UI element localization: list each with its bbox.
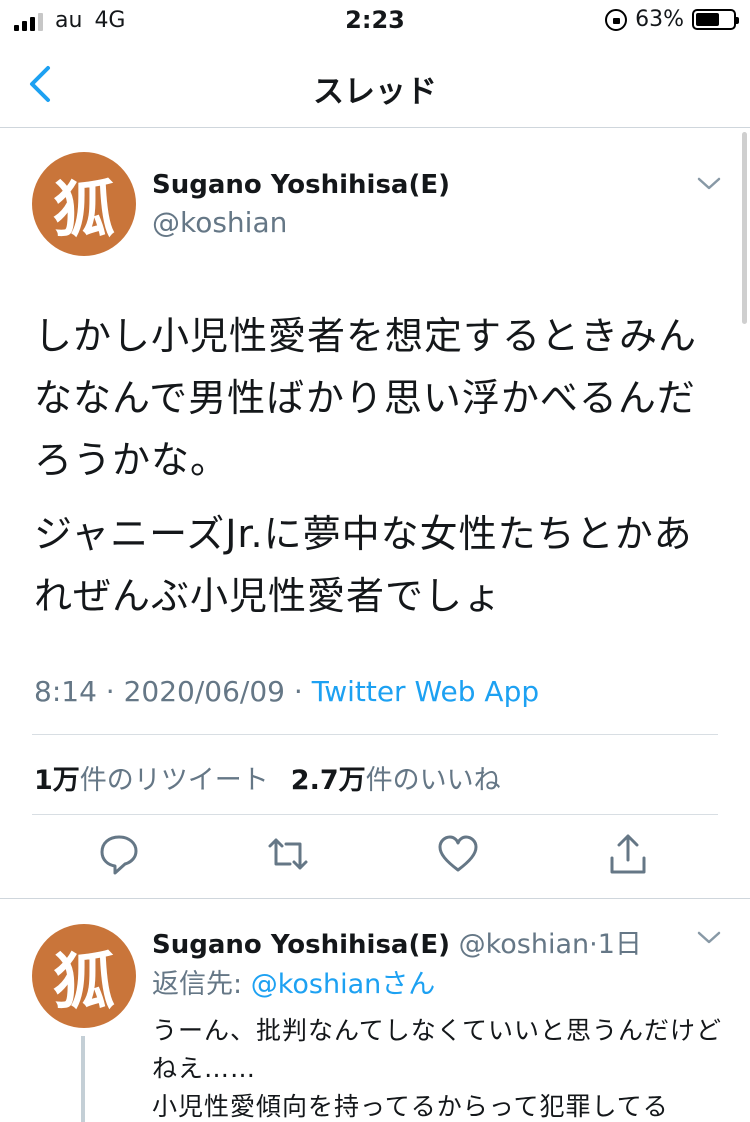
avatar[interactable]: 狐 (32, 152, 136, 256)
navigation-bar: スレッド (0, 42, 750, 128)
orientation-lock-icon (605, 8, 628, 31)
reply-text-line: うーん、批判なんてしなくていいと思うんだけどねえ…… (152, 1016, 723, 1083)
tweet-paragraph: ジャニーズJr.に夢中な女性たちとかあれぜんぶ小児性愛者でしょ (34, 512, 693, 618)
tweet-source-link[interactable]: Twitter Web App (312, 675, 539, 708)
chevron-down-icon[interactable] (694, 928, 724, 948)
meta-separator: · (293, 675, 303, 708)
reply-author-name[interactable]: Sugano Yoshihisa(E) (152, 930, 450, 960)
tweet-text: しかし小児性愛者を想定するときみんななんで男性ばかり思い浮かべるんだろうかな。 … (34, 305, 714, 639)
avatar[interactable]: 狐 (32, 924, 136, 1028)
battery-icon (692, 9, 739, 30)
chevron-down-icon[interactable] (694, 174, 724, 194)
author-handle[interactable]: @koshian (152, 206, 287, 239)
divider (32, 814, 718, 815)
retweets-label: 件のリツイート (79, 765, 269, 796)
section-separator (0, 898, 750, 899)
tweet-stats: 1万件のリツイート 2.7万件のいいね (34, 758, 501, 797)
tweet-actions (0, 832, 750, 884)
tweet-meta: 8:14 · 2020/06/09 · Twitter Web App (34, 675, 539, 708)
reply-text-line: 小児性愛傾向を持ってるからって犯罪してる (152, 1092, 669, 1121)
retweets-count: 1万 (34, 765, 80, 796)
share-icon[interactable] (606, 832, 650, 876)
divider (32, 734, 718, 735)
retweet-icon[interactable] (266, 832, 310, 876)
retweets-stat[interactable]: 1万件のリツイート (34, 765, 269, 796)
likes-count: 2.7万 (290, 765, 366, 796)
avatar-glyph: 狐 (52, 945, 115, 1018)
tweet-date: 2020/06/09 (123, 675, 285, 708)
reply-to: 返信先: @koshianさん (152, 962, 435, 1001)
avatar-glyph: 狐 (52, 173, 115, 246)
thread-line (81, 1036, 85, 1122)
reply-author-handle[interactable]: @koshian (459, 929, 590, 960)
reply-header: Sugano Yoshihisa(E) @koshian·1日 (152, 929, 642, 960)
reply-icon[interactable] (97, 832, 141, 876)
status-bar: au 4G 2:23 63% (0, 0, 750, 42)
likes-stat[interactable]: 2.7万件のいいね (291, 765, 501, 796)
reply-to-link[interactable]: @koshianさん (251, 969, 436, 1000)
likes-label: 件のいいね (365, 765, 501, 796)
tweet-paragraph: しかし小児性愛者を想定するときみんななんで男性ばかり思い浮かべるんだろうかな。 (34, 314, 698, 482)
like-icon[interactable] (436, 832, 480, 876)
reply-text: うーん、批判なんてしなくていいと思うんだけどねえ…… 小児性愛傾向を持ってるから… (152, 1012, 722, 1122)
page-title: スレッド (313, 74, 437, 110)
author-display-name[interactable]: Sugano Yoshihisa(E) (152, 170, 450, 200)
meta-separator: · (105, 675, 115, 708)
reply-age: 1日 (597, 929, 642, 960)
battery-percent: 63% (635, 7, 684, 32)
scrollbar[interactable] (742, 132, 747, 324)
reply-to-label: 返信先: (152, 969, 243, 1000)
tweet-time: 8:14 (34, 675, 97, 708)
